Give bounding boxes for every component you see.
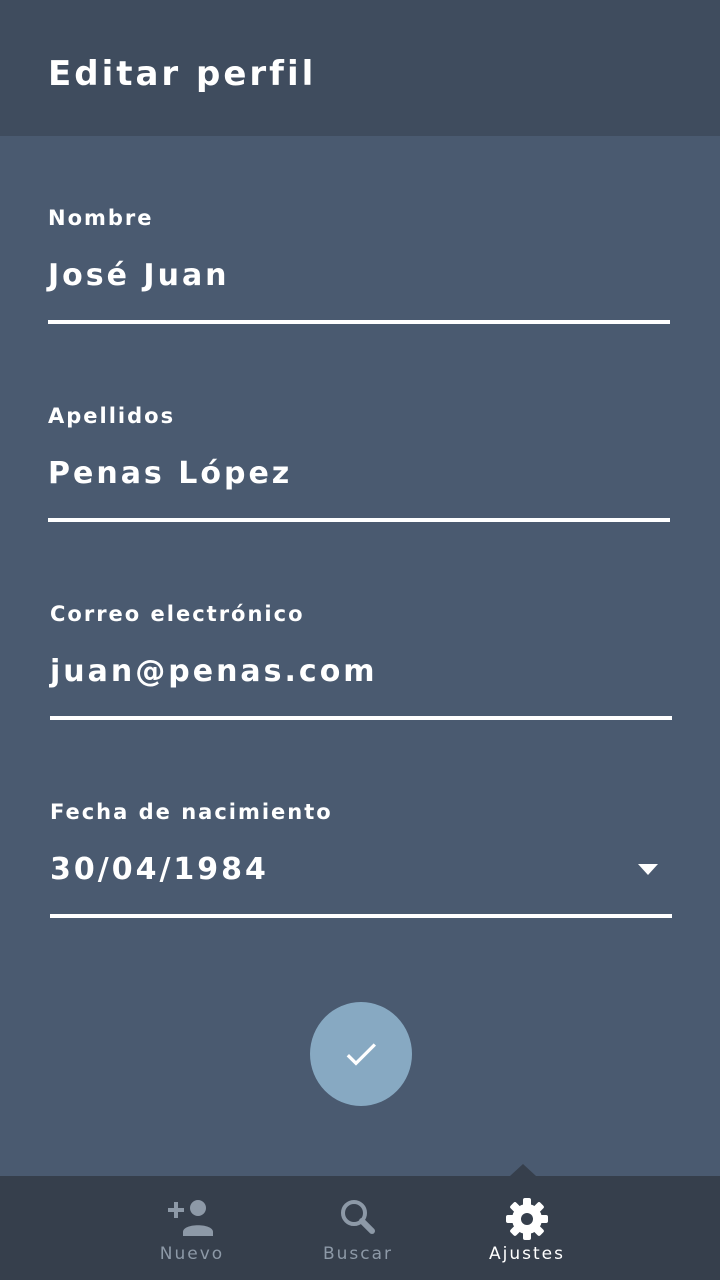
email-value: juan@penas.com <box>50 654 378 689</box>
add-person-icon <box>168 1200 213 1236</box>
confirm-button[interactable] <box>310 1002 412 1106</box>
nav-item-nuevo[interactable]: Nuevo <box>127 1176 257 1280</box>
name-value: José Juan <box>48 258 230 293</box>
surname-input[interactable]: Penas López <box>48 452 670 522</box>
nav-label-nuevo: Nuevo <box>159 1244 225 1264</box>
active-indicator <box>510 1164 536 1176</box>
search-icon <box>341 1200 375 1234</box>
nav-label-buscar: Buscar <box>322 1244 394 1264</box>
bottom-nav: Nuevo Buscar Ajustes <box>0 1164 720 1280</box>
nav-label-ajustes: Ajustes <box>489 1244 565 1264</box>
nav-item-ajustes[interactable]: Ajustes <box>462 1176 592 1280</box>
app-header: Editar perfil <box>0 0 720 136</box>
birthdate-select[interactable]: 30/04/1984 <box>50 848 672 918</box>
surname-value: Penas López <box>48 456 293 491</box>
email-input[interactable]: juan@penas.com <box>50 650 672 720</box>
surname-label: Apellidos <box>48 404 176 428</box>
email-label: Correo electrónico <box>50 602 305 626</box>
nav-item-buscar[interactable]: Buscar <box>293 1176 423 1280</box>
birthdate-label: Fecha de nacimiento <box>50 800 333 824</box>
dropdown-arrow-icon[interactable] <box>638 864 658 875</box>
birthdate-value: 30/04/1984 <box>50 852 269 887</box>
check-icon <box>346 1043 376 1066</box>
name-label: Nombre <box>48 206 154 230</box>
page-title: Editar perfil <box>48 54 317 94</box>
gear-icon <box>506 1198 548 1240</box>
name-input[interactable]: José Juan <box>48 254 670 324</box>
